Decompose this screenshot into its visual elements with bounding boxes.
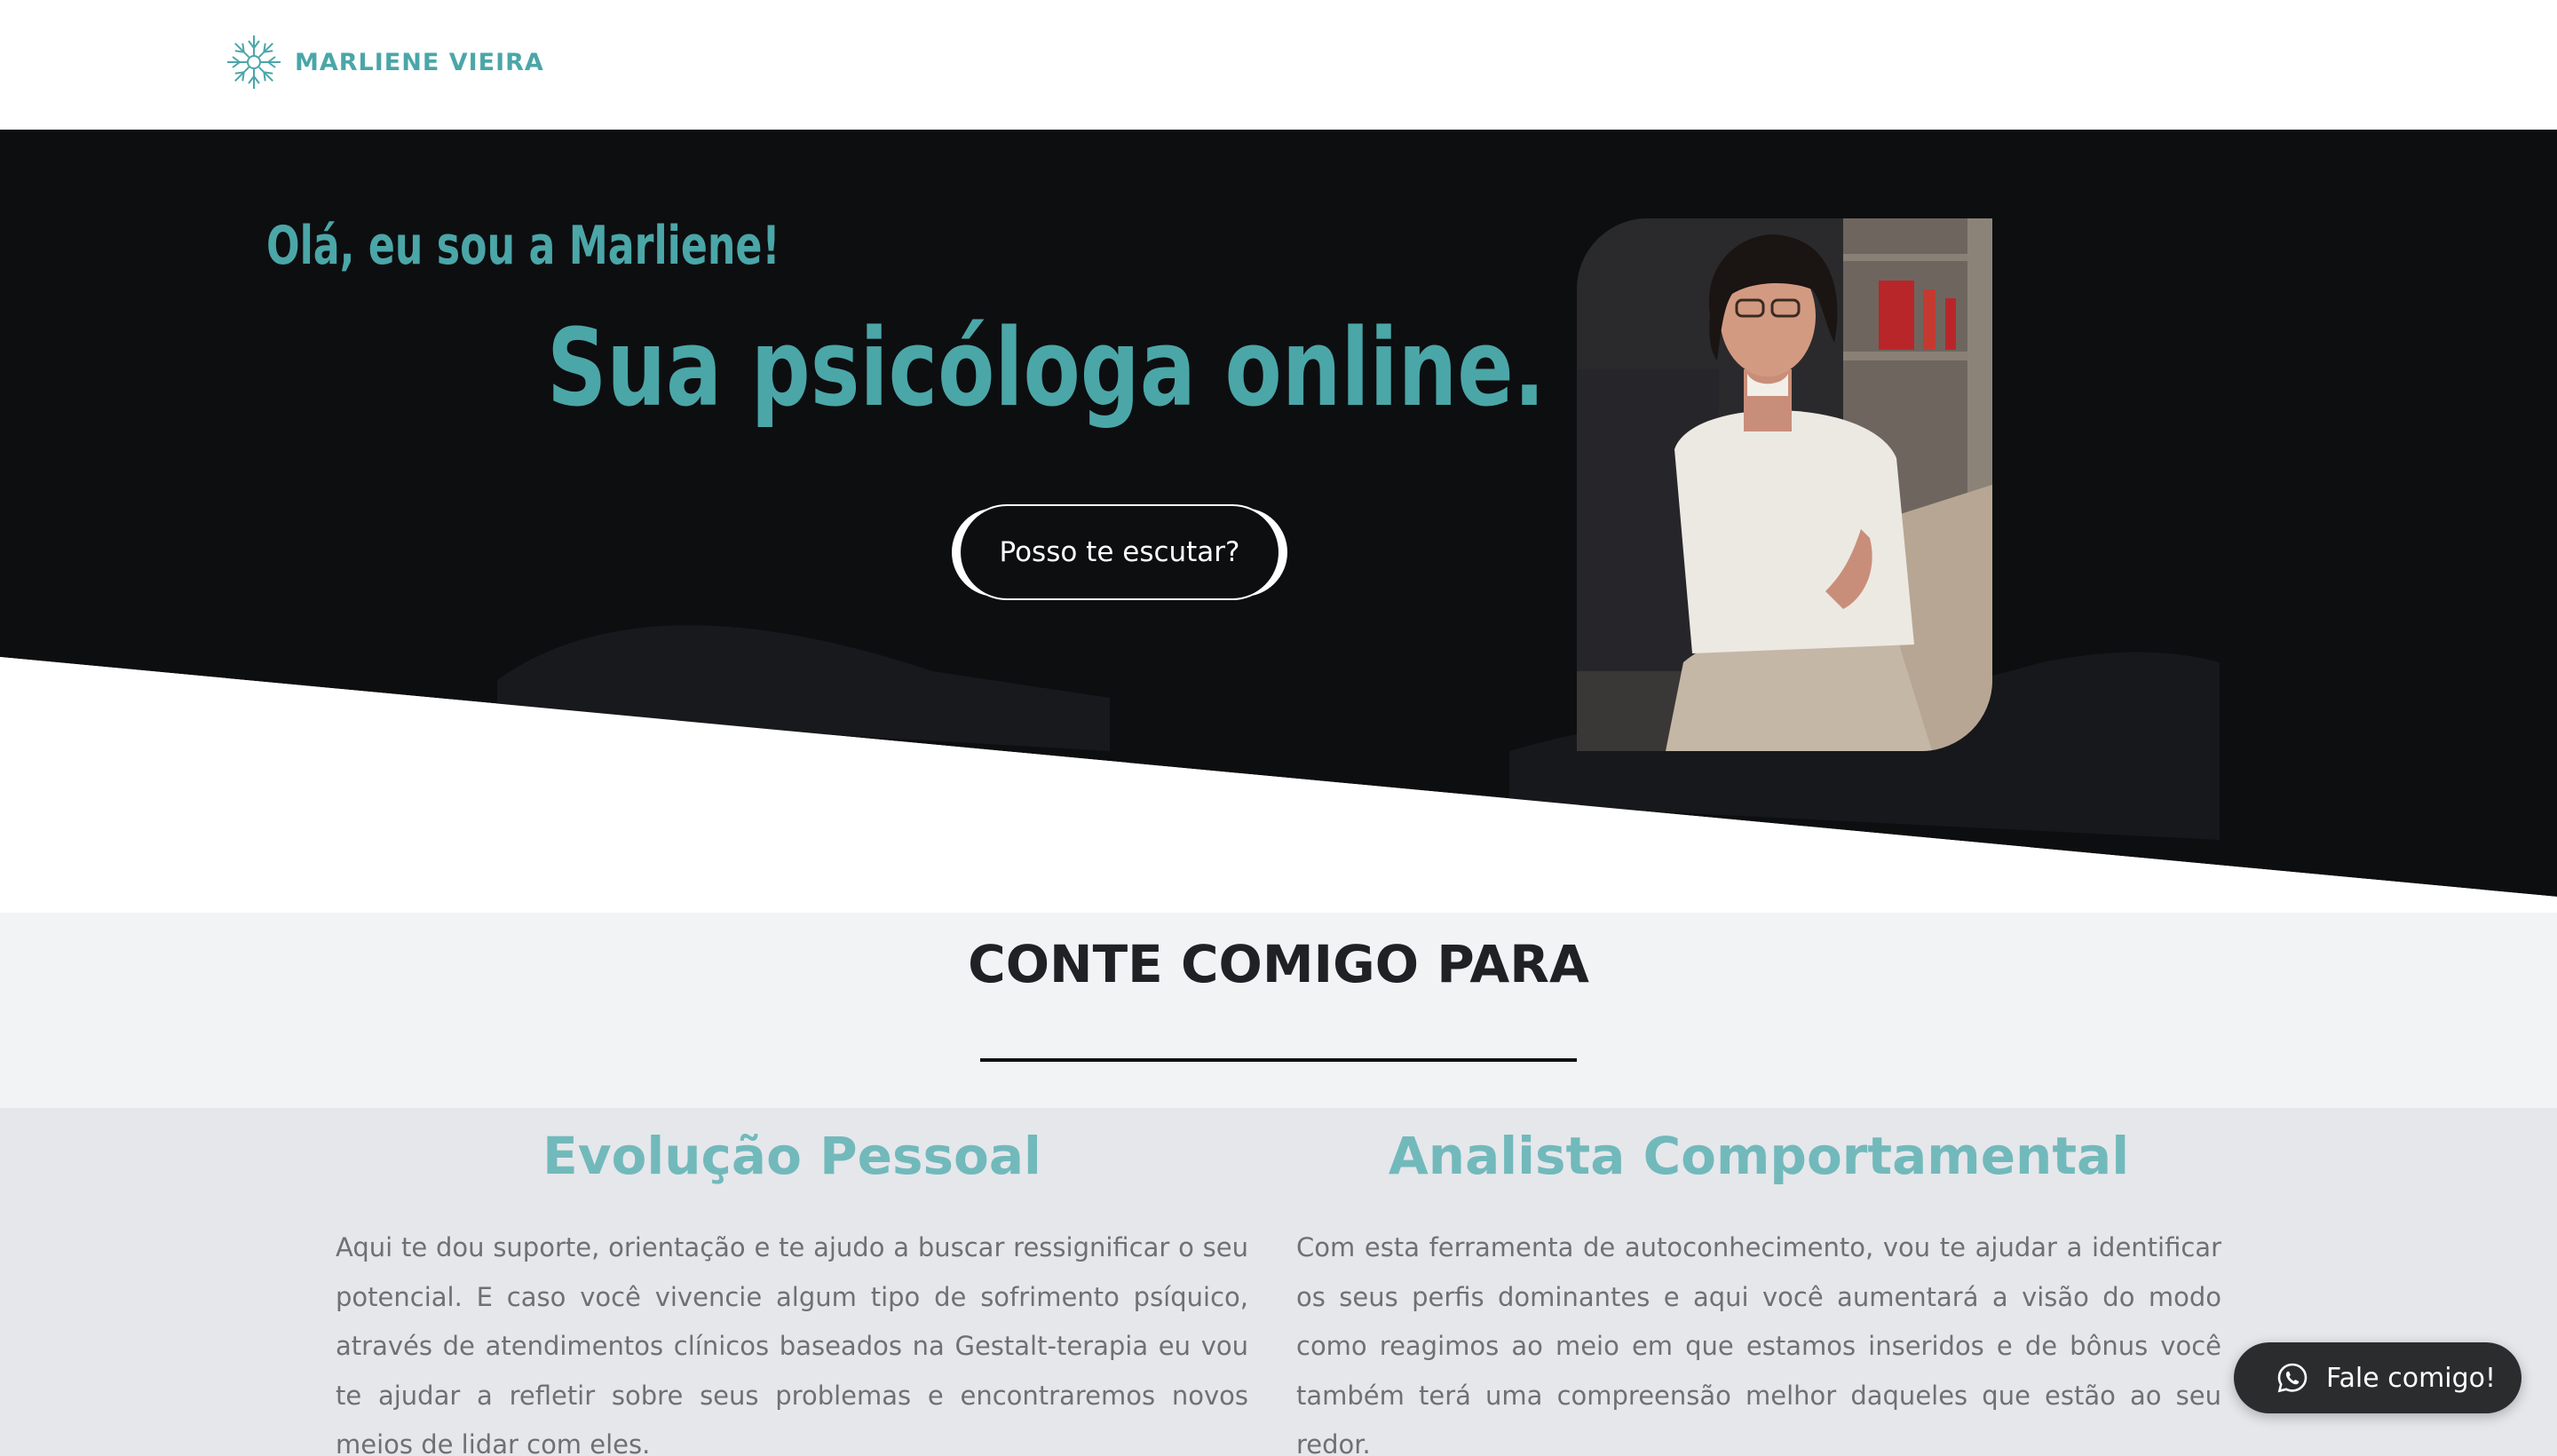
service-description: Aqui te dou suporte, orientação e te aju…: [336, 1232, 1248, 1456]
whatsapp-label: Fale comigo!: [2326, 1362, 2497, 1394]
hero-headline: Sua psicóloga online.: [547, 307, 1546, 431]
service-description: Com esta ferramenta de autoconhecimento,…: [1296, 1232, 2221, 1456]
service-behavioral-analyst: Analista Comportamental Com esta ferrame…: [1296, 1108, 2221, 1456]
listen-cta-button[interactable]: Posso te escutar?: [961, 506, 1278, 598]
site-logo[interactable]: MARLIENE VIEIRA: [222, 30, 544, 94]
service-title: Analista Comportamental: [1388, 1126, 2130, 1186]
portrait-photo: [1577, 218, 1992, 751]
logo-text: MARLIENE VIEIRA: [295, 48, 544, 76]
whatsapp-icon: [2277, 1363, 2308, 1393]
services-section: Evolução Pessoal Aqui te dou suporte, or…: [0, 1108, 2557, 1456]
site-header: MARLIENE VIEIRA: [0, 0, 2557, 130]
section-divider: [980, 1058, 1577, 1062]
conte-comigo-section: CONTE COMIGO PARA: [0, 913, 2557, 1108]
hero-section: Olá, eu sou a Marliene! Sua psicóloga on…: [0, 130, 2557, 897]
portrait-image: [1577, 218, 1992, 751]
hero-greeting: Olá, eu sou a Marliene!: [266, 215, 780, 277]
flower-logo-icon: [226, 36, 281, 90]
whatsapp-contact-button[interactable]: Fale comigo!: [2234, 1342, 2521, 1413]
section-title: CONTE COMIGO PARA: [968, 934, 1589, 994]
service-personal-evolution: Evolução Pessoal Aqui te dou suporte, or…: [336, 1108, 1248, 1456]
service-title: Evolução Pessoal: [542, 1126, 1041, 1186]
